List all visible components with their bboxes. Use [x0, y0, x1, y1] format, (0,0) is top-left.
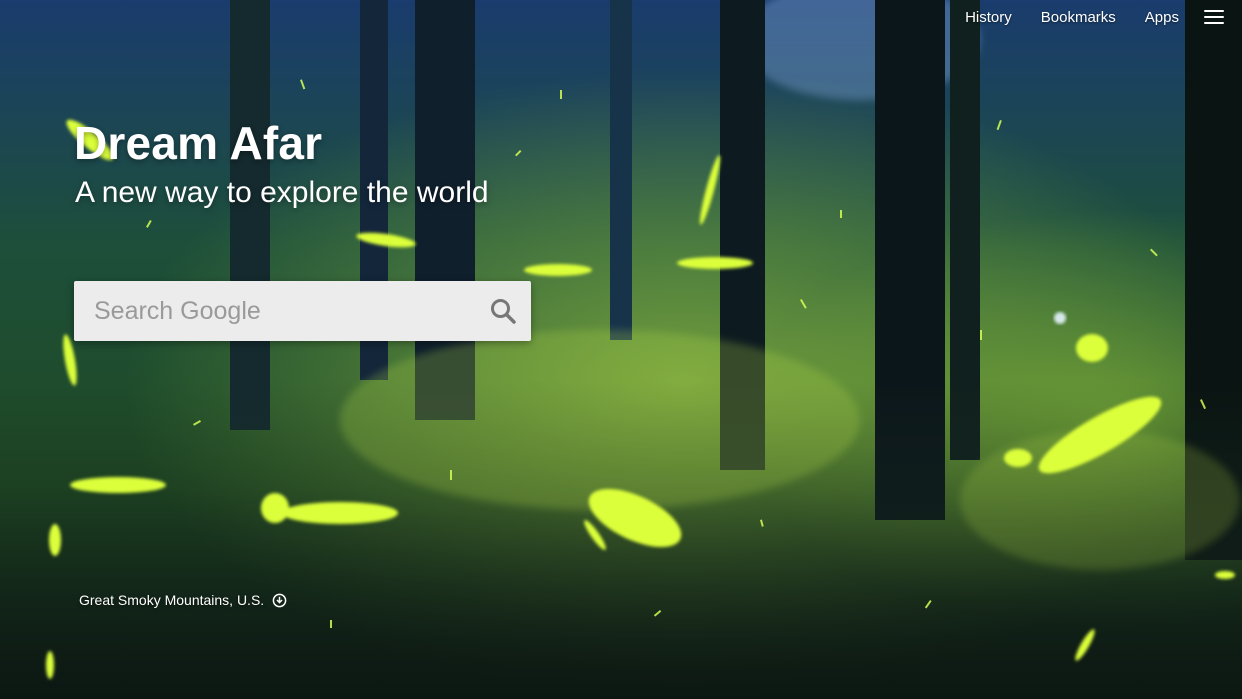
- search-box: [74, 281, 531, 341]
- history-link[interactable]: History: [965, 9, 1012, 26]
- new-tab-page: History Bookmarks Apps Dream Afar A new …: [0, 0, 1242, 699]
- top-navigation: History Bookmarks Apps: [936, 0, 1242, 34]
- location-label: Great Smoky Mountains, U.S.: [79, 592, 265, 608]
- app-subtitle: A new way to explore the world: [75, 176, 489, 209]
- menu-bar-middle: [1204, 16, 1224, 18]
- apps-link[interactable]: Apps: [1145, 9, 1179, 26]
- download-circle-icon[interactable]: [272, 593, 287, 608]
- photo-location: Great Smoky Mountains, U.S.: [79, 592, 287, 608]
- menu-bar-top: [1204, 10, 1224, 12]
- hamburger-menu-icon[interactable]: [1204, 10, 1224, 24]
- search-icon[interactable]: [489, 297, 517, 325]
- search-input[interactable]: [74, 281, 476, 341]
- app-title: Dream Afar: [74, 117, 323, 169]
- bookmarks-link[interactable]: Bookmarks: [1041, 9, 1116, 26]
- menu-bar-bottom: [1204, 22, 1224, 24]
